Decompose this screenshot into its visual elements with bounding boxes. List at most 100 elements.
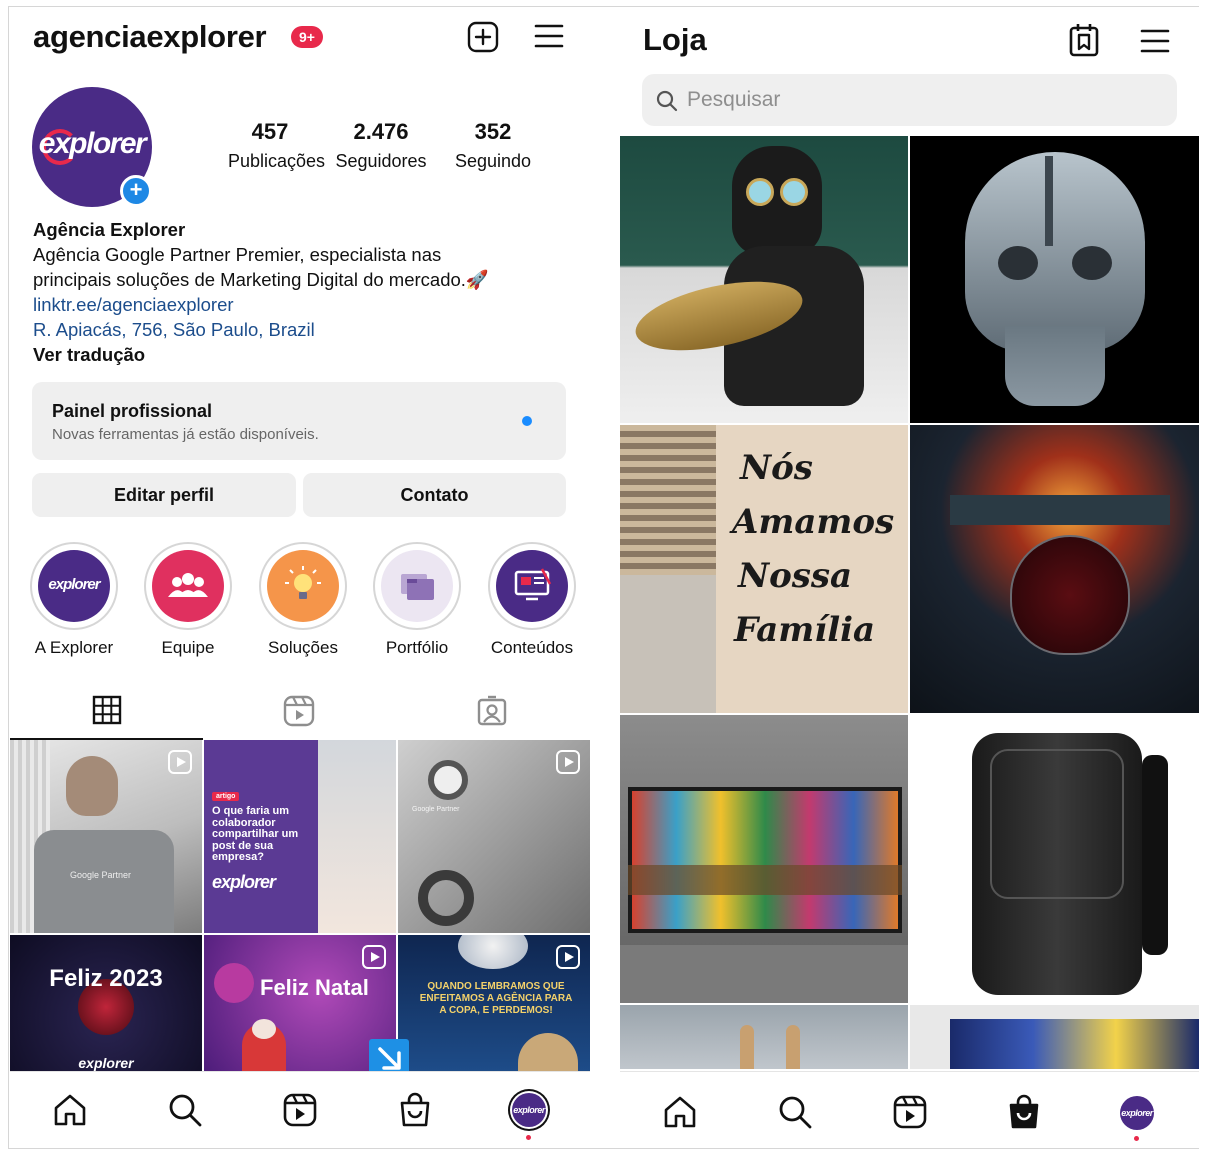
reels-icon[interactable] bbox=[282, 1092, 318, 1128]
highlight-label: Soluções bbox=[268, 638, 338, 657]
profile-nav-avatar[interactable]: explorer bbox=[512, 1093, 546, 1127]
display-name: Agência Explorer bbox=[33, 219, 186, 240]
post-caption: Google Partner bbox=[70, 870, 132, 880]
post-brand: explorer bbox=[212, 872, 276, 892]
post-caption: O que faria um colaborador compartilhar … bbox=[212, 805, 299, 863]
search-bar[interactable]: Pesquisar bbox=[642, 74, 1177, 126]
reel-icon bbox=[168, 750, 192, 774]
following-count-value: 352 bbox=[474, 119, 512, 144]
dashboard-title: Painel profissional bbox=[52, 401, 213, 421]
contact-button[interactable]: Contato bbox=[303, 473, 566, 517]
profile-tabs bbox=[10, 685, 590, 737]
post-caption: Feliz Natal bbox=[260, 975, 369, 1000]
professional-dashboard[interactable]: Painel profissional Novas ferramentas já… bbox=[32, 382, 566, 460]
highlight-label: Conteúdos bbox=[490, 638, 574, 657]
search-icon[interactable] bbox=[167, 1092, 203, 1128]
post-thumbnail[interactable]: Google Partner bbox=[10, 740, 202, 933]
highlight-ring bbox=[488, 542, 576, 630]
tagged-icon[interactable] bbox=[476, 695, 508, 727]
reel-icon bbox=[362, 945, 386, 969]
notification-dot bbox=[1134, 1136, 1139, 1141]
panel-separator bbox=[590, 7, 620, 1148]
bottom-navigation: explorer bbox=[620, 1071, 1199, 1148]
post-tag: artigo bbox=[212, 792, 240, 801]
followers-count-value: 2.476 bbox=[353, 119, 409, 144]
reel-icon bbox=[556, 945, 580, 969]
post-thumbnail[interactable]: Feliz Natal bbox=[204, 935, 396, 1075]
search-placeholder: Pesquisar bbox=[687, 88, 781, 111]
bottom-navigation: explorer bbox=[10, 1071, 590, 1148]
menu-icon[interactable] bbox=[534, 23, 564, 49]
people-icon bbox=[152, 550, 224, 622]
highlight-ring bbox=[259, 542, 347, 630]
shop-icon-active[interactable] bbox=[1006, 1094, 1042, 1130]
profile-nav-avatar[interactable]: explorer bbox=[1120, 1096, 1154, 1130]
post-caption: QUANDO LEMBRAMOS QUE ENFEITAMOS A AGÊNCI… bbox=[419, 981, 573, 1016]
add-story-icon[interactable]: + bbox=[120, 175, 152, 207]
wall-word-2: Amamos bbox=[732, 502, 895, 542]
home-icon[interactable] bbox=[52, 1092, 88, 1128]
highlight-conteudos[interactable]: Conteúdos bbox=[487, 542, 577, 658]
post-thumbnail[interactable]: QUANDO LEMBRAMOS QUE ENFEITAMOS A AGÊNCI… bbox=[398, 935, 590, 1075]
highlight-equipe[interactable]: Equipe bbox=[143, 542, 233, 658]
following-count-label: Seguindo bbox=[454, 151, 532, 171]
folders-icon bbox=[381, 550, 453, 622]
grid-icon[interactable] bbox=[92, 695, 122, 725]
shop-screen: Loja Pesquisar Nós Amamos Nossa Família … bbox=[620, 7, 1199, 1148]
product-last-supper-canvas[interactable] bbox=[620, 715, 908, 1003]
product-backpack[interactable] bbox=[910, 715, 1199, 1003]
translate-link[interactable]: Ver tradução bbox=[33, 342, 573, 367]
reels-tab-icon[interactable] bbox=[283, 695, 315, 727]
new-indicator-dot bbox=[522, 416, 532, 426]
product-thumbnail[interactable] bbox=[910, 1005, 1199, 1069]
product-thumbnail[interactable] bbox=[620, 1005, 908, 1069]
explorer-logo-icon: explorer bbox=[38, 550, 110, 622]
new-post-icon[interactable] bbox=[467, 21, 499, 53]
shop-title: Loja bbox=[643, 22, 707, 57]
post-thumbnail[interactable]: Google Partner bbox=[398, 740, 590, 933]
notification-dot bbox=[526, 1135, 531, 1140]
highlight-ring bbox=[373, 542, 461, 630]
bio-line-2: principais soluções de Marketing Digital… bbox=[33, 269, 489, 290]
monitor-icon bbox=[496, 550, 568, 622]
wall-word-4: Família bbox=[734, 610, 876, 650]
bio-link[interactable]: linktr.ee/agenciaexplorer bbox=[33, 292, 573, 317]
dashboard-subtitle: Novas ferramentas já estão disponíveis. bbox=[52, 426, 319, 443]
posts-count-label: Publicações bbox=[228, 151, 326, 171]
highlight-ring: explorer bbox=[30, 542, 118, 630]
highlight-label: Portfólio bbox=[385, 638, 449, 657]
profile-username[interactable]: agenciaexplorer bbox=[33, 19, 267, 55]
shop-icon[interactable] bbox=[397, 1092, 433, 1128]
bio-line-1: Agência Google Partner Premier, especial… bbox=[33, 244, 442, 265]
profile-screen: agenciaexplorer 9+ explorer + 457 Public… bbox=[10, 7, 590, 1148]
highlight-solucoes[interactable]: Soluções bbox=[258, 542, 348, 658]
wall-word-1: Nós bbox=[740, 448, 813, 488]
lightbulb-icon bbox=[267, 550, 339, 622]
posts-count[interactable]: 457 Publicações bbox=[228, 119, 326, 172]
highlight-logo-text: explorer bbox=[48, 576, 100, 593]
edit-profile-button[interactable]: Editar perfil bbox=[32, 473, 296, 517]
post-caption: Feliz 2023 bbox=[49, 965, 163, 992]
product-fire-table[interactable] bbox=[910, 425, 1199, 713]
reels-icon[interactable] bbox=[892, 1094, 928, 1130]
reel-icon bbox=[556, 750, 580, 774]
followers-count[interactable]: 2.476 Seguidores bbox=[326, 119, 436, 172]
saved-collections-icon[interactable] bbox=[1069, 23, 1099, 57]
post-brand: explorer bbox=[78, 1055, 134, 1071]
profile-bio: Agência Explorer Agência Google Partner … bbox=[33, 217, 573, 367]
address-link[interactable]: R. Apiacás, 756, São Paulo, Brazil bbox=[33, 317, 573, 342]
highlight-label: A Explorer bbox=[34, 638, 114, 657]
home-icon[interactable] bbox=[662, 1094, 698, 1130]
product-skull-city-art[interactable] bbox=[910, 136, 1199, 423]
wall-word-3: Nossa bbox=[738, 556, 853, 596]
post-thumbnail[interactable]: artigo O que faria um colaborador compar… bbox=[204, 740, 396, 933]
product-bulldog-tray[interactable] bbox=[620, 136, 908, 423]
highlight-portfolio[interactable]: Portfólio bbox=[372, 542, 462, 658]
post-thumbnail[interactable]: Feliz 2023 explorer bbox=[10, 935, 202, 1075]
search-icon[interactable] bbox=[777, 1094, 813, 1130]
following-count[interactable]: 352 Seguindo bbox=[448, 119, 538, 172]
notification-badge[interactable]: 9+ bbox=[291, 26, 323, 48]
menu-icon[interactable] bbox=[1140, 28, 1170, 54]
product-wall-letters[interactable]: Nós Amamos Nossa Família bbox=[620, 425, 908, 713]
highlight-a-explorer[interactable]: explorer A Explorer bbox=[29, 542, 119, 658]
